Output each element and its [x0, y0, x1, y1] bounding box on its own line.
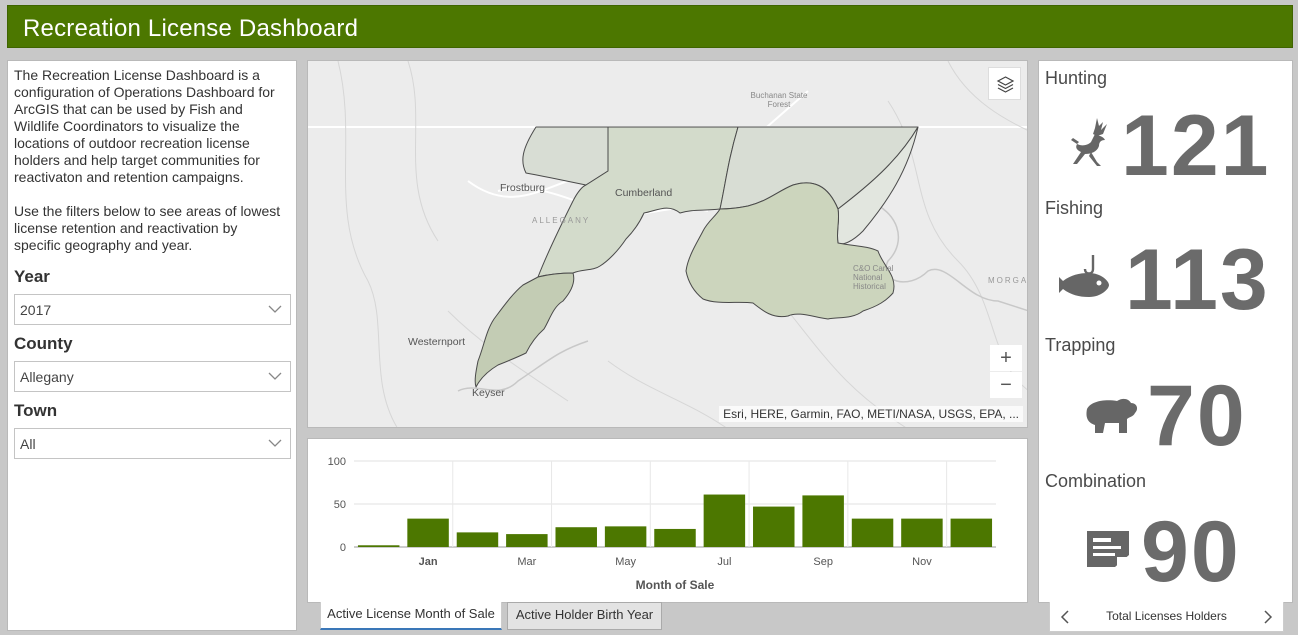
- place-allegany: ALLEGANY: [532, 216, 591, 225]
- hunting-title: Hunting: [1045, 68, 1108, 88]
- bar: [654, 528, 696, 547]
- indicator-footer-label: Total Licenses Holders: [1106, 609, 1227, 623]
- bar: [506, 534, 548, 547]
- app-title: Recreation License Dashboard: [23, 15, 359, 42]
- deer-icon: [1071, 118, 1107, 166]
- filter-instructions: Use the filters below to see areas of lo…: [14, 203, 281, 253]
- place-frostburg: Frostburg: [500, 182, 545, 194]
- fishing-title: Fishing: [1045, 198, 1104, 218]
- year-select[interactable]: 2017: [14, 294, 291, 325]
- app-header: Recreation License Dashboard: [7, 5, 1293, 48]
- x-tick-label: Jan: [419, 556, 438, 568]
- county-select[interactable]: Allegany: [14, 361, 291, 392]
- x-tick-label: Jul: [717, 556, 731, 568]
- fish-hook-icon: [1059, 255, 1109, 297]
- combination-value: 90: [1141, 504, 1241, 600]
- place-buchanan-state-forest: Buchanan State Forest: [750, 91, 808, 109]
- year-label: Year: [14, 267, 50, 286]
- bar: [357, 545, 400, 547]
- tab-month-of-sale[interactable]: Active License Month of Sale: [320, 602, 502, 630]
- bar: [950, 518, 993, 547]
- y-tick-label: 0: [340, 542, 346, 554]
- bar: [703, 494, 746, 547]
- trapping-title: Trapping: [1045, 335, 1116, 355]
- chevron-down-icon: [268, 439, 282, 447]
- map-view[interactable]: Frostburg Cumberland ALLEGANY Westernpor…: [307, 60, 1028, 428]
- town-select[interactable]: All: [14, 428, 291, 459]
- fishing-value: 113: [1125, 232, 1270, 328]
- description-text: The Recreation License Dashboard is a co…: [14, 67, 275, 185]
- description-panel: The Recreation License Dashboard is a co…: [7, 60, 297, 631]
- bar: [555, 527, 597, 547]
- tab-birth-year[interactable]: Active Holder Birth Year: [507, 602, 662, 630]
- bar: [802, 495, 844, 547]
- indicator-footer: Total Licenses Holders: [1049, 602, 1284, 632]
- bar: [851, 518, 894, 547]
- bar: [901, 518, 943, 547]
- combination-title: Combination: [1045, 471, 1147, 491]
- zoom-in-button[interactable]: +: [990, 345, 1022, 371]
- month-of-sale-chart: 0 50 100 Jan Mar May Jul Sep Nov Month of Sale: [307, 438, 1028, 603]
- x-tick-label: Sep: [813, 556, 833, 568]
- bar: [753, 506, 795, 547]
- town-value: All: [20, 436, 36, 452]
- bar: [456, 532, 499, 547]
- place-morgan: MORGA: [988, 276, 1028, 285]
- place-keyser: Keyser: [472, 387, 505, 399]
- x-tick-label: May: [615, 556, 636, 568]
- county-label: County: [14, 334, 73, 353]
- bar-chart: 0 50 100 Jan Mar May Jul Sep Nov Month of Sale: [328, 456, 996, 592]
- chevron-down-icon: [268, 305, 282, 313]
- map-attribution: Esri, HERE, Garmin, FAO, METI/NASA, USGS…: [719, 406, 1023, 422]
- hunting-value: 121: [1121, 98, 1271, 194]
- place-westernport: Westernport: [408, 336, 465, 348]
- x-tick-label: Mar: [517, 556, 536, 568]
- license-card-icon: [1087, 531, 1129, 567]
- bear-icon: [1086, 398, 1138, 433]
- town-label: Town: [14, 401, 58, 420]
- y-tick-label: 50: [334, 499, 346, 511]
- chevron-down-icon: [268, 372, 282, 380]
- trapping-value: 70: [1147, 368, 1247, 464]
- indicators-panel: Hunting 121 Fishing 113 Trapping 70 Comb…: [1038, 60, 1293, 603]
- bar: [407, 518, 449, 547]
- place-cumberland: Cumberland: [615, 187, 673, 199]
- year-value: 2017: [20, 302, 52, 318]
- zoom-out-button[interactable]: −: [990, 372, 1022, 398]
- county-value: Allegany: [20, 369, 74, 385]
- layers-button[interactable]: [988, 67, 1021, 100]
- bar: [604, 526, 647, 547]
- place-canal: C&O Canal National Historical: [853, 264, 894, 291]
- x-tick-label: Nov: [912, 556, 932, 568]
- x-axis-title: Month of Sale: [636, 578, 715, 592]
- y-tick-label: 100: [328, 456, 346, 468]
- next-arrow-icon[interactable]: [1262, 610, 1274, 624]
- layers-icon: [996, 76, 1015, 93]
- map-basemap: [308, 61, 1027, 427]
